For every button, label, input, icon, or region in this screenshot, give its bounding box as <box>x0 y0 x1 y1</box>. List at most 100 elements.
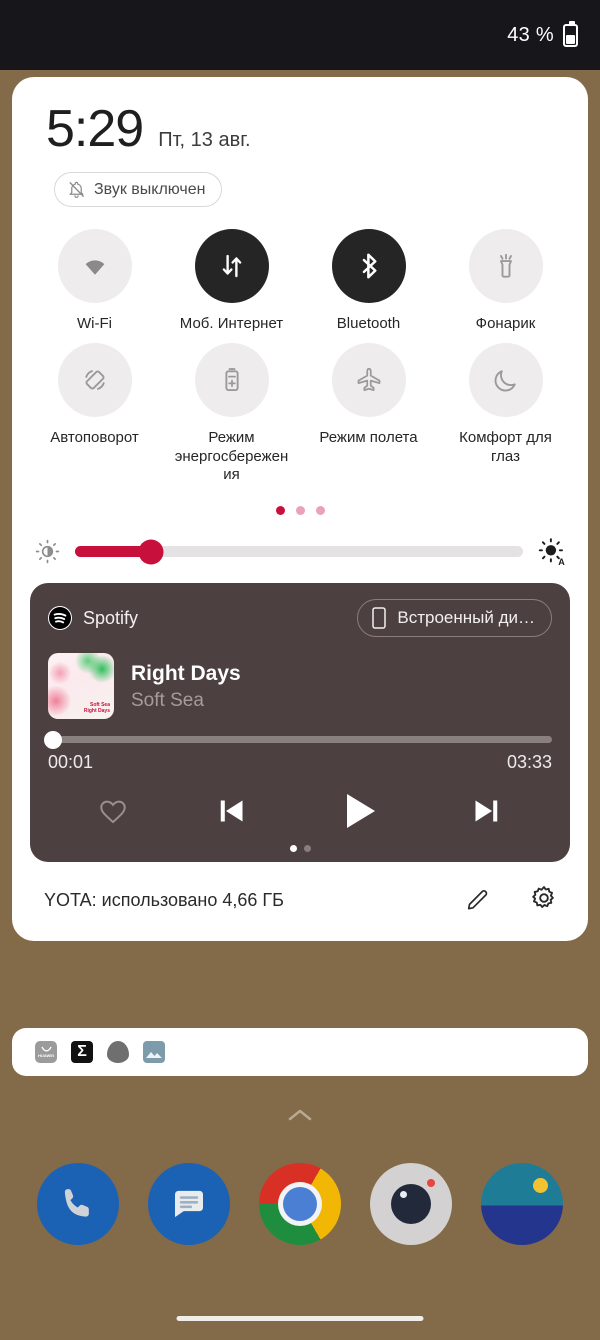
tile-auto-rotate-circle <box>57 343 132 418</box>
media-app-info: Spotify <box>48 606 139 631</box>
brightness-slider[interactable] <box>75 539 523 565</box>
camera-lens <box>391 1184 432 1224</box>
photo-app-icon[interactable] <box>143 1041 165 1063</box>
media-controls <box>48 787 552 835</box>
media-seek-thumb[interactable] <box>44 730 63 749</box>
tile-airplane-mode-label: Режим полета <box>319 429 418 447</box>
play-icon[interactable] <box>335 787 383 835</box>
messages-app-icon[interactable] <box>147 1163 230 1245</box>
battery-saver-icon <box>224 368 239 392</box>
quick-settings-panel: 5:29 Пт, 13 авг. Звук выключен Wi-Fi Моб… <box>12 77 588 942</box>
tile-bluetooth-label: Bluetooth <box>336 315 401 332</box>
mute-chip-label: Звук выключен <box>94 180 206 198</box>
status-bar: 43 % <box>0 0 600 70</box>
tile-battery-saver[interactable]: Режим энергосбережения <box>163 343 300 484</box>
brightness-slider-thumb[interactable] <box>138 539 164 565</box>
notification-icon-shelf[interactable]: HUAWEI Σ <box>12 1028 588 1076</box>
camera-indicator-dot <box>427 1179 436 1187</box>
tile-eye-comfort-circle <box>468 343 543 418</box>
flashlight-icon <box>499 253 512 278</box>
quick-settings-footer: YOTA: использовано 4,66 ГБ <box>12 862 588 941</box>
album-art-text: Soft Sea Right Days <box>84 702 110 715</box>
clock: 5:29 <box>46 100 144 158</box>
tile-bluetooth[interactable]: Bluetooth <box>300 229 437 333</box>
tile-wifi-circle <box>57 229 132 303</box>
gear-icon[interactable] <box>530 884 558 917</box>
app-drawer-handle[interactable] <box>0 1105 600 1125</box>
clock-date-row: 5:29 Пт, 13 авг. <box>12 103 588 155</box>
spotify-icon <box>48 606 72 631</box>
media-card-page-dots[interactable] <box>48 845 552 854</box>
tile-auto-rotate[interactable]: Автоповорот <box>26 343 163 484</box>
sigma-app-icon[interactable]: Σ <box>71 1041 93 1063</box>
blob-app-icon[interactable] <box>107 1041 129 1063</box>
elapsed-time: 00:01 <box>48 752 94 773</box>
output-device-chip[interactable]: Встроенный ди… <box>357 599 552 638</box>
media-seek-area: 00:01 03:33 <box>44 730 552 773</box>
mute-status-chip[interactable]: Звук выключен <box>54 172 222 207</box>
tile-eye-comfort-label: Комфорт для глаз <box>459 429 552 465</box>
media-player-card[interactable]: Spotify Встроенный ди… Soft Sea Right Da… <box>30 583 570 863</box>
tile-mobile-data-label: Моб. Интернет <box>179 315 284 332</box>
tile-airplane-mode-circle <box>331 343 406 418</box>
tile-battery-saver-circle <box>194 343 269 418</box>
phone-app-icon[interactable] <box>36 1163 119 1245</box>
media-dot-2[interactable] <box>303 845 311 853</box>
tile-eye-comfort[interactable]: Комфорт для глаз <box>437 343 574 484</box>
app-dock <box>0 1163 600 1245</box>
bell-slash-icon <box>69 181 84 198</box>
chevron-up-icon <box>288 1109 312 1121</box>
track-title: Right Days <box>131 661 241 685</box>
track-artist: Soft Sea <box>131 689 204 711</box>
album-art: Soft Sea Right Days <box>48 653 114 720</box>
pencil-icon[interactable] <box>465 885 492 917</box>
previous-track-icon[interactable] <box>214 793 250 829</box>
tile-wifi-label: Wi-Fi <box>77 315 112 332</box>
camera-app-icon[interactable] <box>370 1163 453 1245</box>
bluetooth-icon <box>362 253 376 279</box>
tile-wifi[interactable]: Wi-Fi <box>26 229 163 333</box>
tile-battery-saver-label: Режим энергосбережения <box>174 429 289 483</box>
media-dot-1[interactable] <box>289 845 297 853</box>
brightness-auto-icon[interactable]: A <box>537 537 566 566</box>
eye-comfort-moon-icon <box>494 370 516 392</box>
page-dot-2[interactable] <box>295 506 305 516</box>
date-label: Пт, 13 авг. <box>158 129 251 151</box>
tile-flashlight-label: Фонарик <box>475 315 536 332</box>
chrome-app-icon[interactable] <box>258 1163 341 1245</box>
album-art-line2: Right Days <box>83 707 110 714</box>
tile-flashlight[interactable]: Фонарик <box>437 229 574 333</box>
data-usage-label[interactable]: YOTA: использовано 4,66 ГБ <box>44 890 284 911</box>
page-dot-3[interactable] <box>315 506 325 516</box>
media-times: 00:01 03:33 <box>48 752 552 773</box>
media-track-info: Soft Sea Right Days Right Days Soft Sea <box>48 653 552 720</box>
track-meta: Right Days Soft Sea <box>131 661 241 712</box>
media-seek-bar[interactable] <box>44 730 552 749</box>
quick-settings-tiles: Wi-Fi Моб. Интернет Bluetooth Фонарик Ав… <box>12 207 588 484</box>
svg-text:A: A <box>558 557 565 566</box>
mobile-data-icon <box>222 254 241 278</box>
next-track-icon[interactable] <box>468 793 504 829</box>
tile-flashlight-circle <box>468 229 543 303</box>
phone-icon <box>372 607 387 629</box>
home-indicator[interactable] <box>176 1316 424 1321</box>
media-card-header: Spotify Встроенный ди… <box>48 599 552 638</box>
media-app-name: Spotify <box>83 607 139 628</box>
page-dot-1[interactable] <box>275 506 285 516</box>
huawei-app-icon[interactable]: HUAWEI <box>35 1041 57 1063</box>
auto-rotate-icon <box>84 370 105 391</box>
tile-airplane-mode[interactable]: Режим полета <box>300 343 437 484</box>
tile-bluetooth-circle <box>331 229 406 303</box>
total-duration: 03:33 <box>506 752 552 773</box>
photos-app-icon[interactable] <box>481 1163 564 1245</box>
battery-icon <box>563 20 578 47</box>
quick-settings-page-dots[interactable] <box>12 506 588 516</box>
brightness-low-icon <box>35 539 60 564</box>
tile-mobile-data[interactable]: Моб. Интернет <box>163 229 300 333</box>
favorite-heart-icon[interactable] <box>97 795 129 827</box>
brightness-slider-row: A <box>12 537 588 566</box>
tile-mobile-data-circle <box>194 229 269 303</box>
tile-auto-rotate-label: Автоповорот <box>50 429 139 447</box>
battery-percentage: 43 % <box>507 23 554 46</box>
huawei-app-icon-label: HUAWEI <box>38 1053 54 1058</box>
